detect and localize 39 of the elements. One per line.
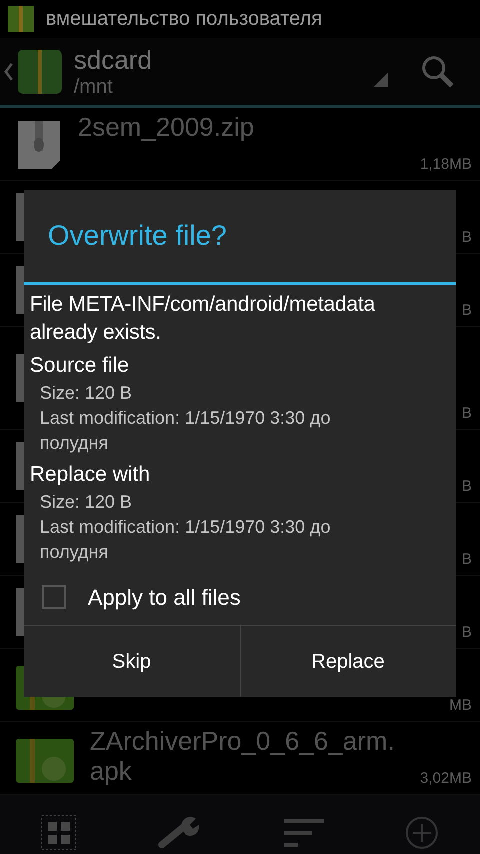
- search-icon[interactable]: [420, 54, 456, 90]
- file-size: B: [462, 550, 472, 570]
- archive-icon: [8, 6, 34, 32]
- modification-text: Last modification: 1/15/1970 3:30 до полудня: [39, 516, 332, 564]
- zip-file-icon: [16, 119, 62, 169]
- file-size: MB: [450, 696, 472, 716]
- select-grid-icon[interactable]: [40, 815, 77, 851]
- file-icon: [16, 266, 24, 314]
- add-circle-icon[interactable]: [405, 816, 440, 850]
- file-icon: [16, 442, 24, 490]
- checkbox[interactable]: [42, 585, 66, 609]
- file-size: 1,18MB: [420, 154, 472, 174]
- dialog-message: File META-INF/com/android/metadata already exists.: [30, 292, 376, 346]
- file-icon: [16, 588, 24, 636]
- file-size-text: Size: 120 B: [39, 491, 134, 514]
- dialog-title: Overwrite file?: [48, 219, 227, 253]
- file-size: B: [462, 300, 472, 320]
- file-size: 3,02MB: [420, 768, 472, 788]
- notification-text: вмешательство пользователя: [46, 7, 322, 32]
- file-icon: [16, 193, 24, 241]
- sort-icon[interactable]: [284, 819, 324, 847]
- file-size: B: [462, 476, 472, 496]
- file-icon: [16, 515, 24, 563]
- section-heading: Replace with: [30, 462, 152, 488]
- checkbox-label: Apply to all files: [88, 584, 241, 612]
- file-size-text: Size: 120 B: [39, 382, 134, 405]
- back-chevron-icon: [4, 62, 14, 82]
- app-logo-icon[interactable]: [18, 50, 62, 94]
- folder-path: /mnt: [74, 76, 114, 96]
- file-icon: [16, 354, 24, 402]
- modification-text: Last modification: 1/15/1970 3:30 до полудня: [39, 407, 332, 455]
- file-name: ZArchiverPro_0_6_6_arm. apk: [90, 726, 395, 786]
- file-size: B: [462, 622, 472, 642]
- file-size: B: [462, 404, 472, 424]
- file-name: 2sem_2009.zip: [78, 112, 254, 142]
- dropdown-triangle-icon[interactable]: [374, 72, 388, 86]
- section-heading: Source file: [30, 353, 130, 379]
- folder-title: sdcard: [74, 46, 152, 72]
- file-size: B: [462, 228, 472, 248]
